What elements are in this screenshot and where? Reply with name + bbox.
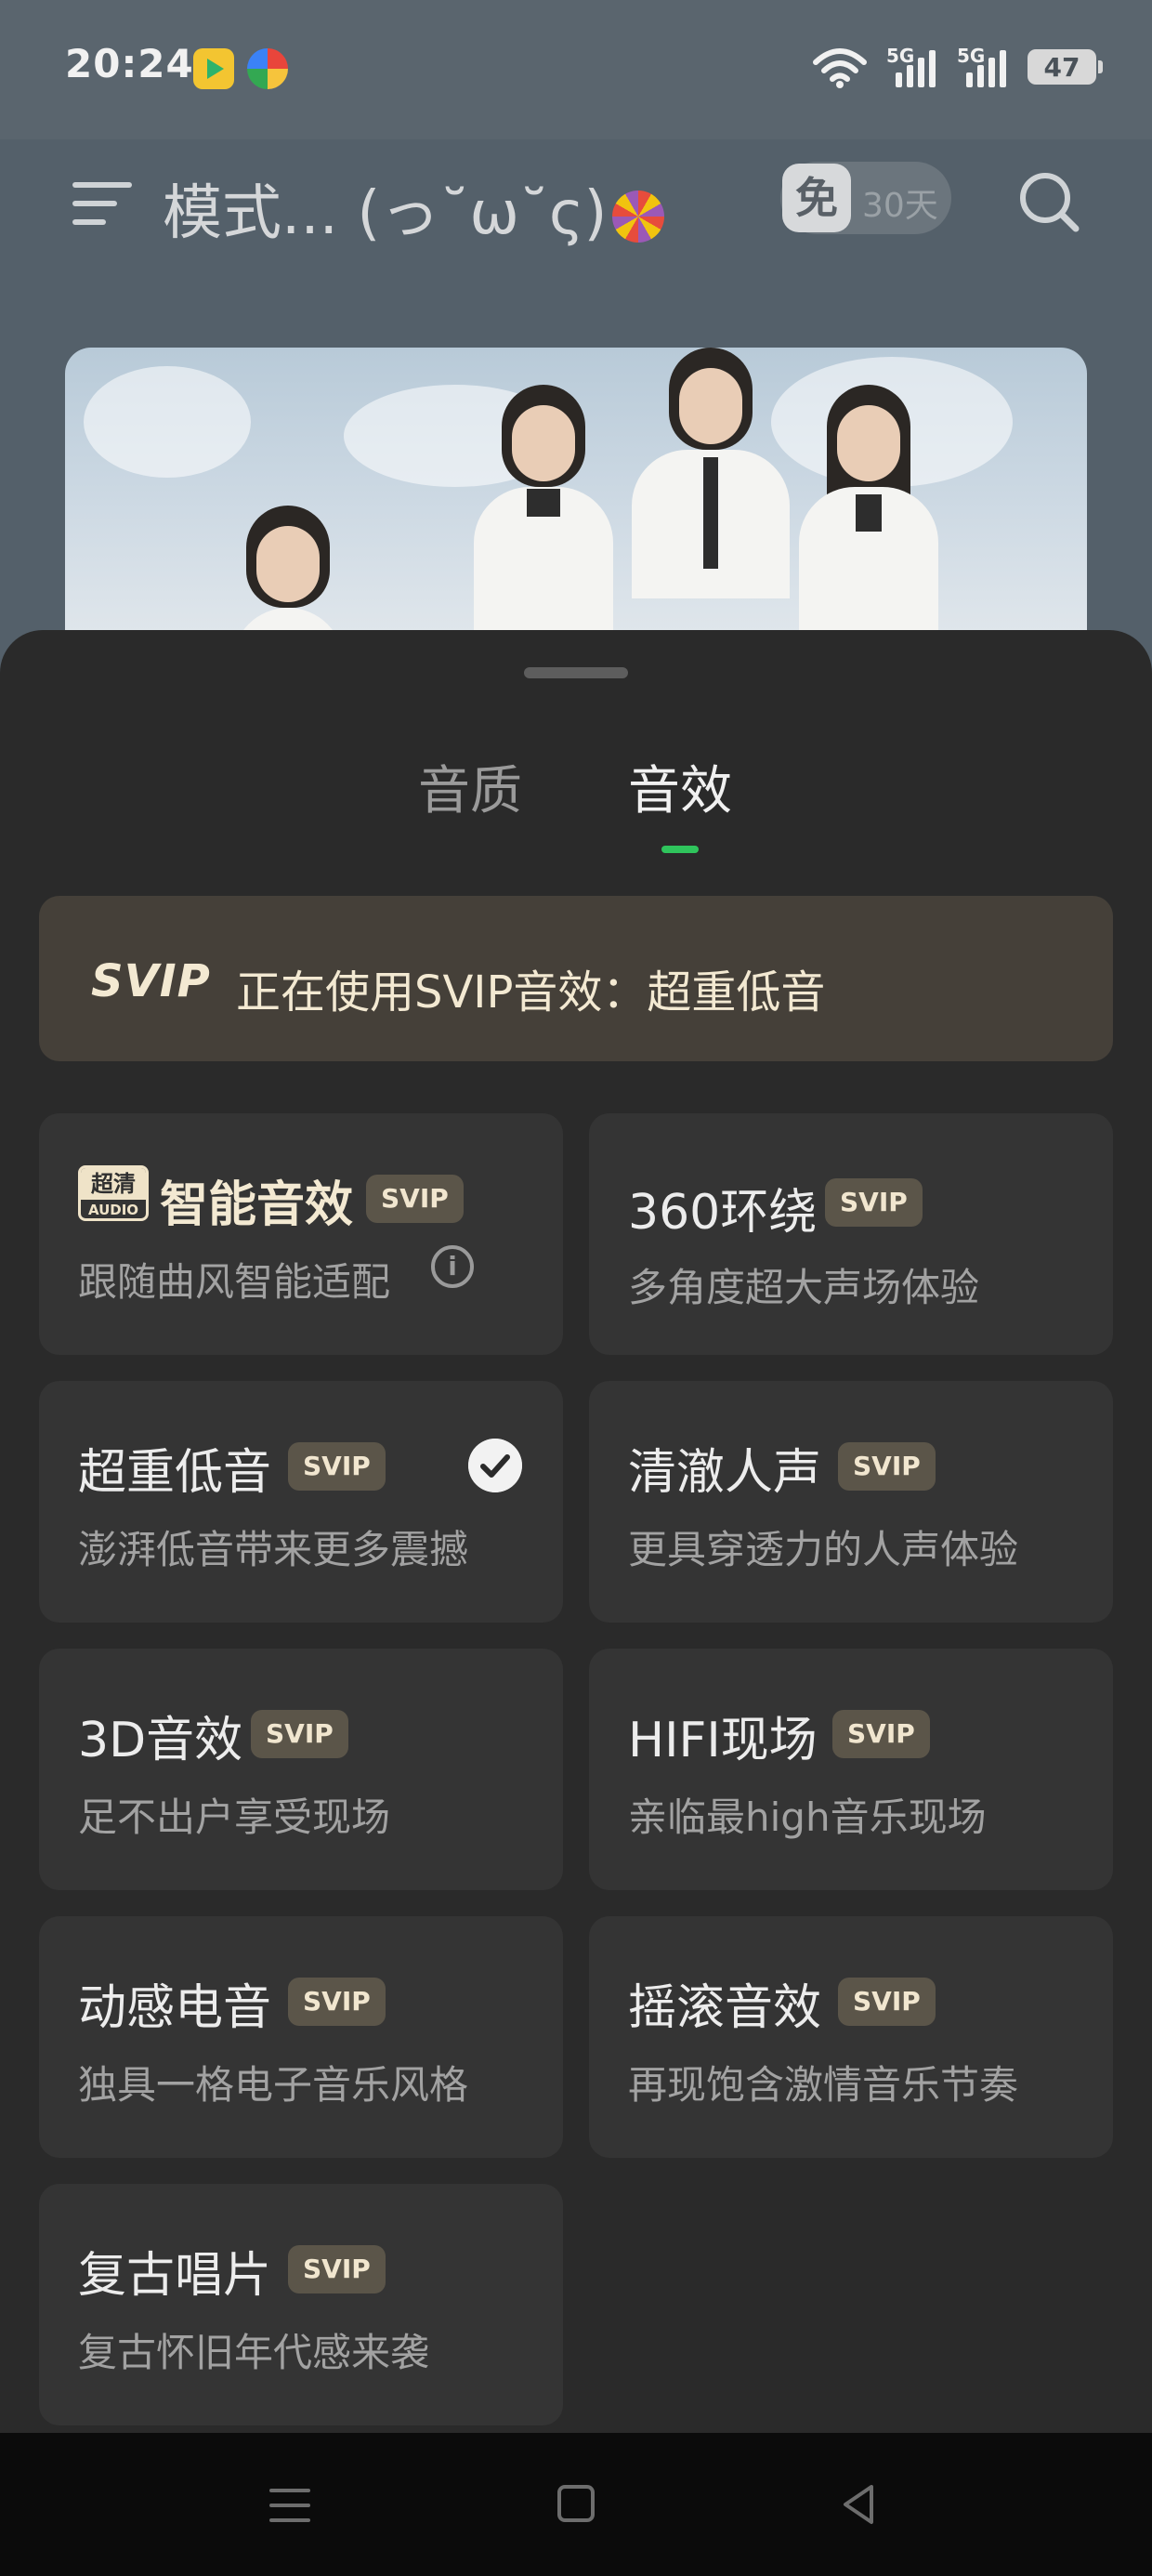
- menu-icon[interactable]: [72, 175, 132, 230]
- svip-badge: SVIP: [288, 2245, 386, 2293]
- svip-badge: SVIP: [838, 1442, 936, 1491]
- banner-person: [799, 385, 938, 645]
- banner-person: [474, 385, 613, 645]
- free-days: 30天: [862, 187, 938, 225]
- effect-title: 360环绕: [628, 1185, 818, 1241]
- effect-card-rock[interactable]: 摇滚音效 SVIP 再现饱含激情音乐节奏: [589, 1916, 1113, 2158]
- effect-title: 超重低音: [78, 1445, 272, 1501]
- svip-badge: SVIP: [288, 1442, 386, 1491]
- status-time: 20:24: [65, 41, 194, 86]
- effect-card-3d[interactable]: 3D音效 SVIP 足不出户享受现场: [39, 1649, 563, 1890]
- svip-badge: SVIP: [366, 1175, 464, 1223]
- network-type-2: 5G: [957, 45, 986, 67]
- back-icon[interactable]: [836, 2481, 883, 2528]
- effect-desc: 足不出户享受现场: [78, 1794, 391, 1840]
- checkmark-icon: [468, 1439, 522, 1492]
- effect-desc: 独具一格电子音乐风格: [78, 2062, 469, 2108]
- banner-person: [232, 506, 344, 645]
- effect-desc: 更具穿透力的人声体验: [628, 1527, 1019, 1572]
- effect-card-360-surround[interactable]: 360环绕 SVIP 多角度超大声场体验: [589, 1113, 1113, 1355]
- svip-badge: SVIP: [838, 1978, 936, 2026]
- status-icons: 5G 5G 47: [812, 43, 1103, 91]
- effect-title: HIFI现场: [628, 1713, 818, 1768]
- effect-title: 清澈人声: [628, 1445, 822, 1501]
- sheet-drag-handle[interactable]: [524, 667, 628, 678]
- recent-apps-icon[interactable]: [269, 2487, 310, 2524]
- app-icon-video: [193, 48, 234, 89]
- hq-audio-logo-bottom: AUDIO: [87, 1202, 139, 1218]
- page-title-text: 模式... (っ˘ω˘ς): [163, 179, 608, 248]
- home-icon[interactable]: [557, 2485, 595, 2522]
- battery-level: 47: [1043, 52, 1080, 83]
- effect-card-hifi-live[interactable]: HIFI现场 SVIP 亲临最high音乐现场: [589, 1649, 1113, 1890]
- info-icon[interactable]: i: [431, 1245, 474, 1288]
- svip-status-banner: SVIP 正在使用SVIP音效：超重低音: [39, 896, 1113, 1061]
- system-navigation-bar: [0, 2433, 1152, 2576]
- signal-icon: 5G: [957, 45, 1009, 89]
- status-bar: 20:24 5G 5G 47: [0, 0, 1152, 139]
- battery-icon: 47: [1028, 49, 1103, 85]
- app-icon-colorful: [247, 48, 288, 89]
- lollipop-icon: [612, 191, 665, 243]
- svip-badge: SVIP: [288, 1978, 386, 2026]
- effect-card-retro-vinyl[interactable]: 复古唱片 SVIP 复古怀旧年代感来袭: [39, 2184, 563, 2425]
- effect-title: 3D音效: [78, 1713, 243, 1768]
- hq-audio-logo: 超清 AUDIO: [78, 1165, 149, 1221]
- effect-title: 摇滚音效: [628, 1980, 822, 2036]
- tab-sound-effect[interactable]: 音效: [628, 749, 732, 824]
- tab-sound-quality[interactable]: 音质: [418, 749, 522, 824]
- svip-badge: SVIP: [832, 1710, 930, 1758]
- app-header: 模式... (っ˘ω˘ς) 免 30天: [0, 139, 1152, 279]
- effect-title: 智能音效: [160, 1177, 354, 1233]
- effect-desc: 亲临最high音乐现场: [628, 1794, 987, 1840]
- effect-card-electronic[interactable]: 动感电音 SVIP 独具一格电子音乐风格: [39, 1916, 563, 2158]
- svip-logo: SVIP: [91, 955, 211, 1007]
- svip-badge: SVIP: [825, 1178, 923, 1227]
- network-type-1: 5G: [886, 45, 915, 67]
- hq-audio-logo-top: 超清: [81, 1168, 146, 1200]
- vip-free-trial-button[interactable]: 免 30天: [780, 162, 951, 234]
- effect-desc: 多角度超大声场体验: [628, 1265, 980, 1310]
- free-label: 免: [782, 164, 851, 232]
- effect-desc: 跟随曲风智能适配: [78, 1259, 391, 1305]
- svip-badge: SVIP: [251, 1710, 348, 1758]
- effect-card-clear-vocal[interactable]: 清澈人声 SVIP 更具穿透力的人声体验: [589, 1381, 1113, 1623]
- banner-person: [632, 348, 790, 645]
- effect-card-smart[interactable]: 超清 AUDIO 智能音效 SVIP 跟随曲风智能适配 i: [39, 1113, 563, 1355]
- search-icon[interactable]: [1016, 169, 1081, 234]
- sound-effect-sheet: 音质 音效 SVIP 正在使用SVIP音效：超重低音 超清 AUDIO 智能音效…: [0, 630, 1152, 2576]
- page-title[interactable]: 模式... (っ˘ω˘ς): [163, 165, 665, 251]
- svip-status-text: 正在使用SVIP音效：超重低音: [236, 966, 826, 1019]
- effect-desc: 澎湃低音带来更多震撼: [78, 1527, 469, 1572]
- signal-icon: 5G: [886, 45, 938, 89]
- effect-title: 动感电音: [78, 1980, 272, 2036]
- effect-desc: 复古怀旧年代感来袭: [78, 2330, 430, 2375]
- effect-desc: 再现饱含激情音乐节奏: [628, 2062, 1019, 2108]
- tab-active-indicator: [661, 846, 699, 853]
- album-cover-banner: [65, 348, 1087, 645]
- effect-card-super-bass[interactable]: 超重低音 SVIP 澎湃低音带来更多震撼: [39, 1381, 563, 1623]
- effect-title: 复古唱片: [78, 2248, 272, 2304]
- wifi-icon: [813, 48, 867, 88]
